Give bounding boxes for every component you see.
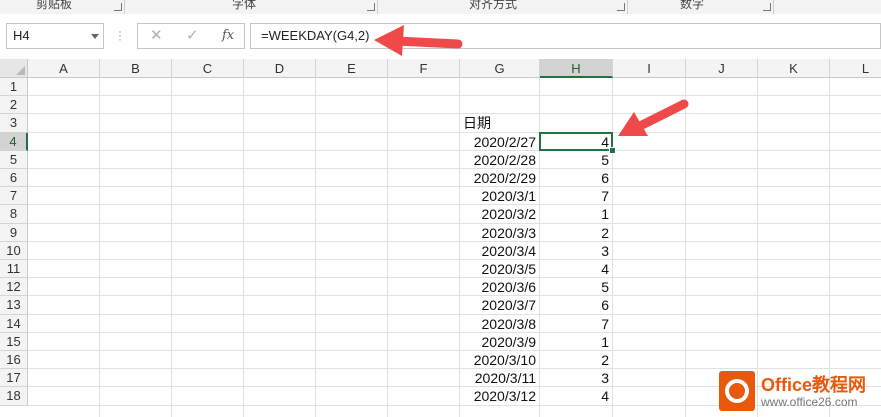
cancel-icon[interactable]: ✕ [150, 26, 163, 44]
weekday-cell[interactable]: 3 [540, 369, 613, 387]
row-header-12[interactable]: 12 [0, 278, 28, 297]
column-header-g[interactable]: G [460, 59, 540, 78]
weekday-cell[interactable]: 5 [540, 278, 613, 296]
date-cell[interactable]: 2020/3/8 [460, 315, 540, 333]
weekday-cell[interactable]: 4 [540, 387, 613, 405]
weekday-cell[interactable]: 6 [540, 169, 613, 187]
insert-function-icon[interactable]: fx [222, 28, 234, 43]
date-cell[interactable]: 2020/3/6 [460, 278, 540, 296]
watermark-logo: Office教程网 www.office26.com [715, 365, 881, 417]
selected-cell-border [539, 131, 613, 151]
watermark-title: Office教程网 [761, 375, 867, 395]
weekday-cell[interactable]: 4 [540, 260, 613, 278]
column-header-d[interactable]: D [244, 59, 316, 78]
row-header-16[interactable]: 16 [0, 351, 28, 370]
date-cell[interactable]: 2020/3/9 [460, 333, 540, 351]
date-cell[interactable]: 2020/3/7 [460, 296, 540, 314]
ribbon-group-clipboard: 剪贴板 [36, 0, 73, 11]
spreadsheet-grid[interactable]: A B C D E F G H I J K L 1 2 3 4 5 6 7 8 9 10 11 12 13 14 15 16 17 18 日… [0, 59, 881, 417]
ribbon-group-alignment: 对齐方式 [469, 0, 518, 11]
watermark-url: www.office26.com [761, 395, 858, 409]
row-header-13[interactable]: 13 [0, 296, 28, 315]
date-cell[interactable]: 2020/3/1 [460, 187, 540, 205]
formula-input[interactable]: =WEEKDAY(G4,2) [250, 23, 881, 49]
fill-handle[interactable] [609, 146, 616, 154]
column-header-i[interactable]: I [613, 59, 686, 78]
row-header-15[interactable]: 15 [0, 332, 28, 351]
column-header-c[interactable]: C [172, 59, 244, 78]
date-cell[interactable]: 2020/3/2 [460, 205, 540, 223]
row-header-5[interactable]: 5 [0, 150, 28, 169]
weekday-cell[interactable]: 7 [540, 187, 613, 205]
formula-buttons: ✕ ✓ fx [137, 23, 245, 49]
row-header-11[interactable]: 11 [0, 260, 28, 279]
row-header-2[interactable]: 2 [0, 96, 28, 115]
name-box-value: H4 [13, 28, 30, 43]
column-header-h[interactable]: H [540, 59, 613, 78]
weekday-cell[interactable]: 5 [540, 151, 613, 169]
cell-g3-header[interactable]: 日期 [460, 114, 540, 132]
date-cell[interactable]: 2020/3/4 [460, 242, 540, 260]
office-logo-icon [719, 371, 755, 411]
date-cell[interactable]: 2020/2/29 [460, 169, 540, 187]
row-header-8[interactable]: 8 [0, 205, 28, 224]
alignment-launcher-icon[interactable] [617, 3, 625, 11]
ribbon-group-font: 字体 [232, 0, 257, 11]
name-box[interactable]: H4 [6, 23, 104, 49]
row-header-14[interactable]: 14 [0, 314, 28, 333]
column-header-j[interactable]: J [686, 59, 758, 78]
column-header-a[interactable]: A [28, 59, 100, 78]
select-all-button[interactable] [0, 59, 28, 78]
drag-handle-icon[interactable]: · · · [118, 25, 122, 45]
font-launcher-icon[interactable] [367, 3, 375, 11]
ribbon-group-labels: 剪贴板 字体 对齐方式 数字 [0, 0, 881, 15]
row-header-3[interactable]: 3 [0, 114, 28, 133]
date-cell[interactable]: 2020/3/5 [460, 260, 540, 278]
date-cell[interactable]: 2020/3/11 [460, 369, 540, 387]
column-header-l[interactable]: L [830, 59, 881, 78]
weekday-cell[interactable]: 6 [540, 296, 613, 314]
date-cell[interactable]: 2020/3/12 [460, 387, 540, 405]
row-header-6[interactable]: 6 [0, 169, 28, 188]
number-launcher-icon[interactable] [763, 3, 771, 11]
row-header-4[interactable]: 4 [0, 132, 28, 151]
row-header-10[interactable]: 10 [0, 241, 28, 260]
weekday-cell[interactable]: 3 [540, 242, 613, 260]
chevron-down-icon[interactable] [91, 34, 99, 39]
column-header-b[interactable]: B [100, 59, 172, 78]
row-header-17[interactable]: 17 [0, 369, 28, 388]
row-header-7[interactable]: 7 [0, 187, 28, 206]
weekday-cell[interactable]: 2 [540, 351, 613, 369]
row-header-9[interactable]: 9 [0, 223, 28, 242]
date-cell[interactable]: 2020/2/27 [460, 133, 540, 151]
weekday-cell[interactable]: 1 [540, 205, 613, 223]
weekday-cell[interactable]: 7 [540, 315, 613, 333]
ribbon-group-number: 数字 [680, 0, 705, 11]
enter-icon[interactable]: ✓ [186, 26, 199, 44]
arrow-to-formula-icon [374, 25, 463, 56]
row-header-1[interactable]: 1 [0, 78, 28, 97]
date-cell[interactable]: 2020/3/10 [460, 351, 540, 369]
column-header-k[interactable]: K [758, 59, 830, 78]
date-cell[interactable]: 2020/3/3 [460, 224, 540, 242]
arrow-to-cell-icon [618, 99, 689, 136]
weekday-cell[interactable]: 2 [540, 224, 613, 242]
formula-text: =WEEKDAY(G4,2) [261, 28, 370, 43]
date-cell[interactable]: 2020/2/28 [460, 151, 540, 169]
clipboard-launcher-icon[interactable] [114, 3, 122, 11]
row-header-18[interactable]: 18 [0, 387, 28, 406]
weekday-cell[interactable]: 1 [540, 333, 613, 351]
